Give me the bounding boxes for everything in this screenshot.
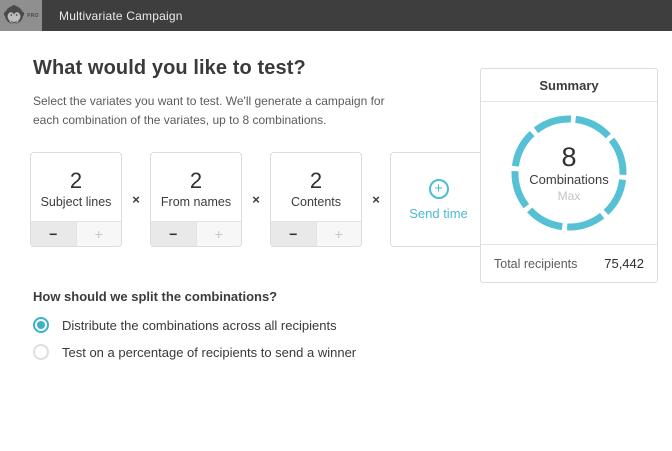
- variate-card-from-names: 2 From names − +: [150, 152, 242, 247]
- variate-cards-row: 2 Subject lines − + × 2 From names − + ×…: [30, 152, 487, 247]
- combinations-ring-area: 8 Combinations Max: [481, 102, 657, 244]
- freddie-monkey-icon: [3, 4, 25, 28]
- combinations-label: Combinations: [529, 172, 609, 187]
- multiply-symbol: ×: [242, 192, 270, 207]
- contents-decrement-button[interactable]: −: [271, 222, 316, 246]
- top-navigation-bar: PRO Multivariate Campaign: [0, 0, 672, 31]
- combinations-max-label: Max: [558, 189, 581, 203]
- split-question: How should we split the combinations?: [33, 289, 356, 304]
- from-names-label: From names: [161, 195, 231, 209]
- variate-card-value: 2 From names: [151, 153, 241, 221]
- option-test-percentage[interactable]: Test on a percentage of recipients to se…: [33, 344, 356, 360]
- variate-card-subject-lines: 2 Subject lines − +: [30, 152, 122, 247]
- summary-title: Summary: [481, 69, 657, 102]
- variate-card-value: 2 Subject lines: [31, 153, 121, 221]
- circled-plus-icon: +: [429, 179, 449, 199]
- multiply-symbol: ×: [122, 192, 150, 207]
- page-description: Select the variates you want to test. We…: [33, 92, 405, 130]
- radio-selected-icon[interactable]: [33, 317, 49, 333]
- from-names-increment-button[interactable]: +: [196, 222, 242, 246]
- subject-lines-increment-button[interactable]: +: [76, 222, 122, 246]
- radio-unselected-icon[interactable]: [33, 344, 49, 360]
- from-names-decrement-button[interactable]: −: [151, 222, 196, 246]
- variate-card-value: 2 Contents: [271, 153, 361, 221]
- combinations-count: 8: [561, 143, 576, 171]
- multiply-symbol: ×: [362, 192, 390, 207]
- send-time-label: Send time: [409, 206, 468, 221]
- page-title: What would you like to test?: [33, 57, 306, 80]
- contents-stepper: − +: [271, 221, 361, 246]
- contents-label: Contents: [291, 195, 341, 209]
- contents-increment-button[interactable]: +: [316, 222, 362, 246]
- pro-badge: PRO: [27, 13, 39, 19]
- summary-panel: Summary 8 Combinations Max Total recipie…: [480, 68, 658, 283]
- option-distribute-all[interactable]: Distribute the combinations across all r…: [33, 317, 356, 333]
- split-section: How should we split the combinations? Di…: [33, 289, 356, 360]
- variate-card-contents: 2 Contents − +: [270, 152, 362, 247]
- total-recipients-value: 75,442: [604, 256, 644, 271]
- subject-lines-decrement-button[interactable]: −: [31, 222, 76, 246]
- option-distribute-all-label: Distribute the combinations across all r…: [62, 318, 337, 333]
- add-send-time-card[interactable]: + Send time: [390, 152, 487, 247]
- subject-lines-count: 2: [70, 169, 82, 193]
- contents-count: 2: [310, 169, 322, 193]
- option-test-percentage-label: Test on a percentage of recipients to se…: [62, 345, 356, 360]
- campaign-title: Multivariate Campaign: [59, 9, 183, 23]
- from-names-count: 2: [190, 169, 202, 193]
- subject-lines-stepper: − +: [31, 221, 121, 246]
- mailchimp-logo[interactable]: PRO: [0, 0, 42, 31]
- total-recipients-row: Total recipients 75,442: [481, 244, 657, 282]
- from-names-stepper: − +: [151, 221, 241, 246]
- subject-lines-label: Subject lines: [41, 195, 112, 209]
- total-recipients-label: Total recipients: [494, 257, 577, 271]
